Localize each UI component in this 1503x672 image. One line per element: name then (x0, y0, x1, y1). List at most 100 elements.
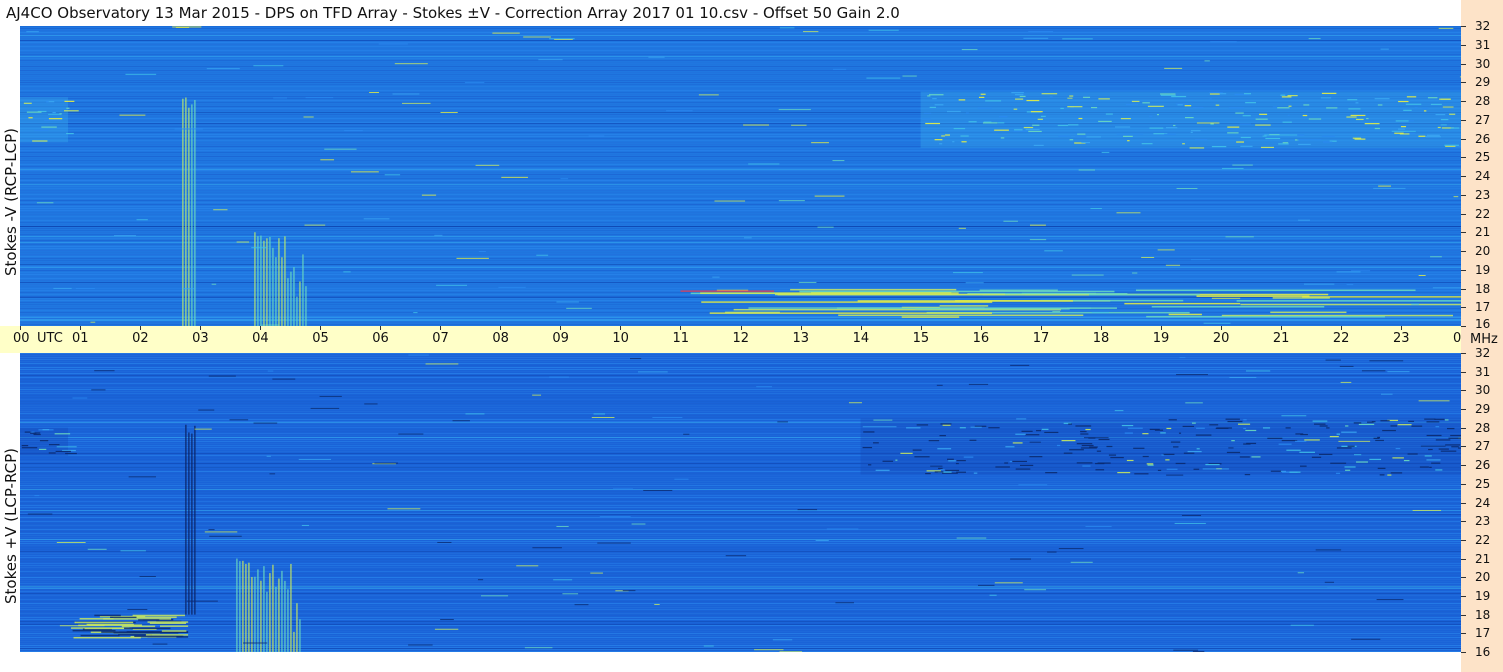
signal-dash (1166, 474, 1184, 476)
noise-speck (1375, 439, 1384, 442)
interference-line (1168, 313, 1202, 316)
signal-dash (310, 407, 340, 409)
noise-speck (1210, 123, 1214, 125)
time-tick-mark (140, 326, 142, 330)
time-tick-mark (1160, 326, 1162, 330)
signal-dash (90, 321, 96, 323)
freq-tick-mark (1461, 371, 1466, 373)
signal-dash (186, 600, 218, 602)
striation (20, 228, 1461, 229)
signal-dash (1369, 360, 1404, 362)
burst-stroke (248, 562, 250, 652)
noise-speck (956, 459, 966, 462)
striation (20, 78, 1461, 79)
signal-dash (549, 376, 569, 378)
noise-speck (1115, 126, 1131, 128)
signal-dash (94, 370, 115, 372)
burst-stroke (194, 100, 196, 326)
noise-speck (1240, 145, 1253, 147)
noise-speck (1398, 100, 1409, 103)
noise-speck (1267, 437, 1283, 439)
signal-dash (75, 287, 95, 289)
striation (20, 64, 1461, 65)
frequency-row (20, 226, 1461, 227)
noise-speck (1226, 451, 1241, 454)
signal-dash (994, 582, 1023, 584)
noise-speck (1077, 133, 1086, 135)
striation (20, 88, 1461, 89)
signal-dash (1058, 548, 1084, 550)
signal-dash (324, 148, 357, 150)
signal-dash (902, 75, 917, 77)
noise-speck (1166, 427, 1172, 430)
striation (20, 154, 1461, 155)
striation (20, 369, 1461, 370)
noise-speck (1085, 428, 1091, 431)
interference-line (147, 621, 189, 623)
freq-tick-label: 22 (1475, 532, 1491, 547)
striation (20, 72, 1461, 73)
noise-speck (1209, 424, 1219, 426)
striation (20, 266, 1461, 267)
interference-line (838, 314, 1084, 317)
noise-speck (1147, 105, 1164, 107)
striation (20, 46, 1461, 47)
noise-speck (997, 122, 1005, 124)
signal-dash (398, 433, 424, 435)
noise-speck (1160, 93, 1176, 95)
striation (20, 36, 1461, 37)
signal-dash (817, 226, 834, 228)
signal-dash (253, 65, 284, 67)
noise-speck (1374, 98, 1390, 100)
striation (20, 365, 1461, 366)
noise-speck (52, 111, 56, 114)
noise-speck (1418, 135, 1426, 137)
frequency-row (20, 551, 1461, 552)
burst-stroke (257, 569, 259, 652)
freq-tick-label: 18 (1475, 281, 1491, 296)
signal-dash (498, 286, 526, 288)
signal-dash (1315, 549, 1342, 551)
signal-dash (1361, 370, 1386, 372)
striation (20, 485, 1461, 486)
freq-tick-mark (1461, 232, 1466, 234)
signal-dash (622, 590, 636, 592)
signal-dash (1380, 48, 1389, 50)
noise-speck (1242, 115, 1251, 117)
signal-dash (501, 176, 528, 178)
signal-dash (456, 257, 489, 259)
striation (20, 260, 1461, 261)
interference-line (799, 290, 1115, 293)
noise-speck (882, 460, 894, 462)
striation (20, 278, 1461, 279)
striation (20, 537, 1461, 538)
noise-speck (1023, 126, 1034, 129)
noise-speck (1426, 434, 1442, 437)
noise-speck (21, 444, 29, 447)
noise-speck (1192, 106, 1204, 109)
noise-speck (937, 448, 952, 450)
striation (20, 186, 1461, 187)
signal-dash (811, 142, 829, 144)
noise-speck (1040, 115, 1046, 117)
noise-speck (1449, 113, 1456, 115)
interference-line (901, 316, 960, 318)
signal-dash (174, 128, 203, 130)
noise-speck (928, 440, 940, 442)
time-tick-mark (560, 326, 562, 330)
time-tick-label: 21 (1272, 331, 1290, 346)
noise-speck (1013, 108, 1018, 110)
noise-speck (1435, 426, 1440, 428)
noise-speck (1260, 146, 1274, 149)
frequency-row (20, 282, 1461, 283)
noise-speck (1146, 463, 1154, 465)
noise-speck (41, 126, 57, 128)
noise-speck (1281, 439, 1298, 442)
noise-speck (925, 472, 931, 475)
spectrogram-bottom-svg (20, 353, 1461, 652)
striation (20, 409, 1461, 410)
noise-speck (938, 467, 943, 470)
signal-dash (408, 644, 433, 646)
striation (20, 206, 1461, 207)
signal-dash (725, 555, 747, 557)
